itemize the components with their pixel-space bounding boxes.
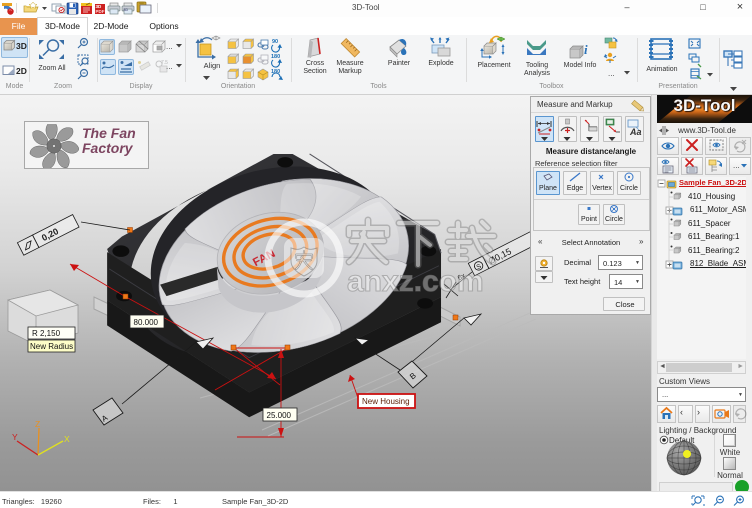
svg-text:Z: Z xyxy=(35,419,40,429)
svg-text:X: X xyxy=(64,434,70,444)
svg-text:80.000: 80.000 xyxy=(134,318,159,327)
svg-text:Aa: Aa xyxy=(629,127,642,137)
svg-text:...: ... xyxy=(166,42,173,51)
svg-text:anxz.com: anxz.com xyxy=(347,265,484,298)
svg-text:...: ... xyxy=(608,69,615,78)
svg-text:...: ... xyxy=(733,161,740,170)
svg-text:3D: 3D xyxy=(16,41,27,51)
svg-text:R 2,150: R 2,150 xyxy=(32,329,61,338)
svg-text:180: 180 xyxy=(271,54,280,60)
svg-text:New Housing: New Housing xyxy=(362,397,410,406)
svg-text:Y: Y xyxy=(12,432,18,442)
svg-text:PDF: PDF xyxy=(96,9,105,14)
svg-text:25.000: 25.000 xyxy=(267,411,292,420)
svg-text:New Radius: New Radius xyxy=(30,342,73,351)
svg-text:i: i xyxy=(584,42,588,57)
svg-text:3D: 3D xyxy=(124,8,129,12)
svg-text:90: 90 xyxy=(272,39,278,45)
svg-text:...: ... xyxy=(166,62,173,71)
svg-text:2D: 2D xyxy=(16,66,27,76)
